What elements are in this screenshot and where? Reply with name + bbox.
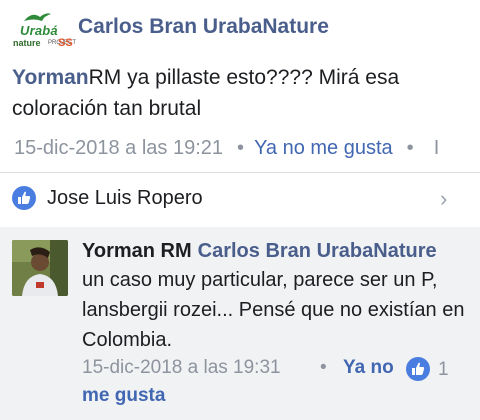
meta-separator-2: • — [406, 137, 414, 159]
chevron-right-icon[interactable]: › — [440, 186, 447, 212]
logo-word-ss: SS — [58, 37, 73, 49]
unlike-button[interactable]: Ya no me gusta — [254, 137, 393, 159]
meta-separator: • — [237, 137, 245, 159]
reply-separator: • — [320, 357, 327, 378]
page-logo[interactable]: Urabá nature PROJECT SS — [10, 9, 76, 49]
post-meta-row: 15-dic-2018 a las 19:21 • Ya no me gusta • I — [14, 137, 480, 160]
logo-word-uraba: Urabá — [20, 23, 58, 38]
reply-timestamp[interactable]: 15-dic-2018 a las 19:31 — [82, 357, 281, 379]
reactor-name[interactable]: Jose Luis Ropero — [47, 187, 203, 210]
post-author[interactable]: Carlos Bran UrabaNature — [78, 15, 329, 39]
reply-unlike-button[interactable]: Ya no — [343, 357, 394, 379]
post-mention[interactable]: Yorman — [12, 66, 89, 89]
reply-like-badge-icon — [406, 357, 430, 381]
reply-page-mention[interactable]: Carlos Bran UrabaNature — [198, 240, 437, 262]
reply-unlike-button-continued[interactable]: me gusta — [82, 385, 165, 407]
post-text: YormanRM ya pillaste esto???? Mirá esa c… — [12, 62, 472, 124]
reply-author-line: Yorman RM Carlos Bran UrabaNature — [82, 240, 437, 263]
logo-word-nature: nature — [13, 38, 41, 48]
reply-text: un caso muy particular, parece ser un P,… — [82, 269, 465, 351]
avatar[interactable] — [12, 240, 68, 296]
like-badge-icon — [12, 186, 36, 210]
reply-like-count[interactable]: 1 — [438, 359, 449, 381]
reply-author[interactable]: Yorman RM — [82, 240, 192, 262]
post-timestamp[interactable]: 15-dic-2018 a las 19:21 — [14, 137, 223, 159]
truncated-action[interactable]: I — [434, 137, 440, 159]
divider — [0, 172, 480, 173]
